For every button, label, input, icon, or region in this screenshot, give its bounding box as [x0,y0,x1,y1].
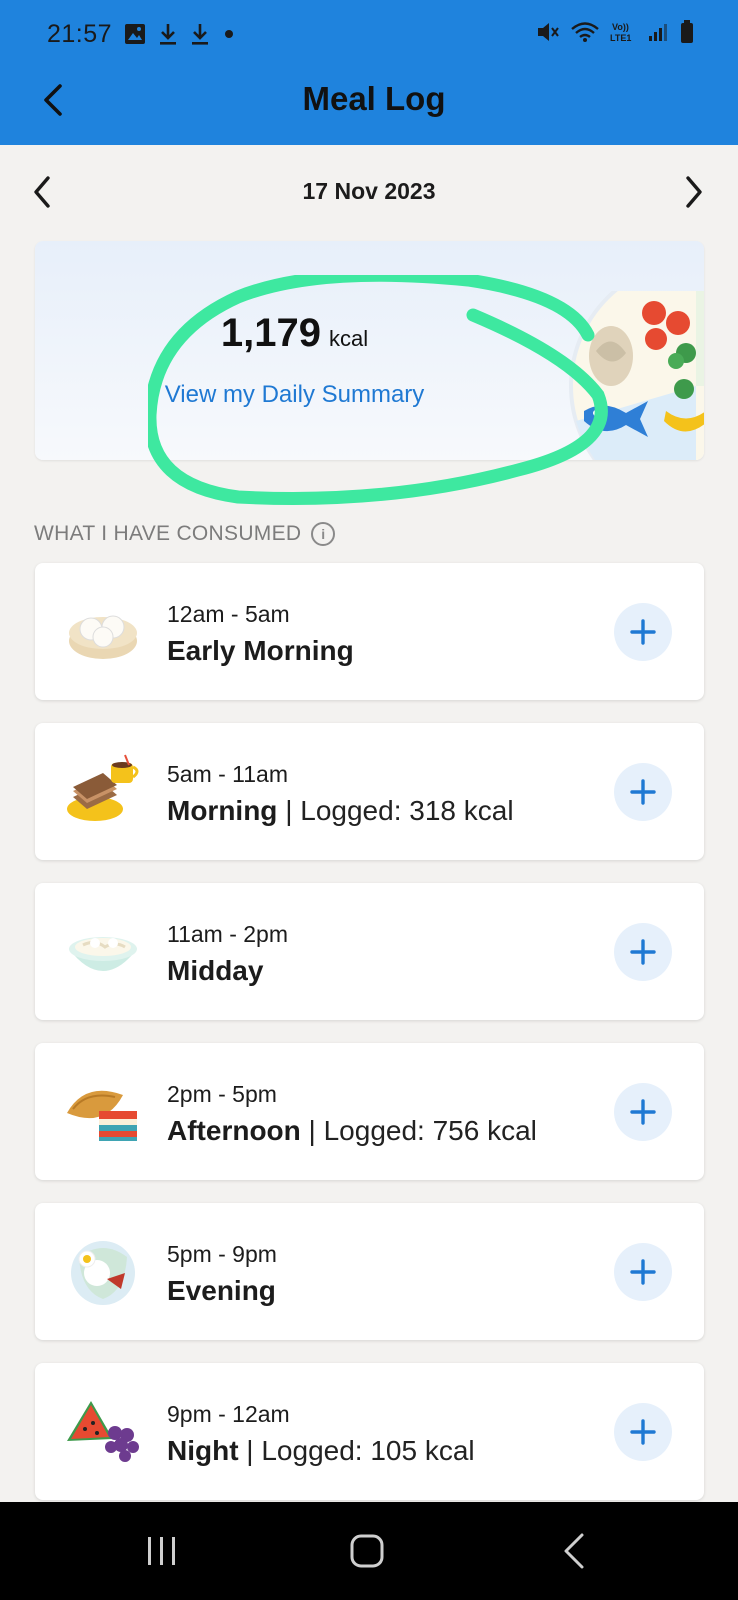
download-icon [192,24,208,45]
status-right-icons: Vo)) LTE1 [536,20,694,44]
page-title: Meal Log [302,80,446,117]
status-bar: 21:57 Vo)) LTE1 [0,0,738,70]
annotation-circle [148,275,608,505]
svg-text:LTE1: LTE1 [610,33,631,43]
svg-text:Vo)): Vo)) [612,22,629,32]
add-meal-button[interactable] [614,923,672,981]
plus-icon [630,1099,656,1125]
meal-time: 11am - 2pm [167,921,289,947]
meal-time: 5am - 11am [167,761,289,787]
meal-title: Morning | Logged: 318 kcal [167,795,514,827]
download-icon [160,24,176,45]
curry-puff-kueh-icon [67,1090,137,1141]
meal-logged: | Logged: 318 kcal [277,795,514,826]
image-icon [125,24,145,44]
meal-logged: | Logged: 105 kcal [238,1435,475,1466]
meal-time: 2pm - 5pm [167,1081,277,1107]
next-day-button[interactable] [678,172,710,212]
meal-name: Midday [167,955,264,986]
mute-icon [538,23,559,41]
meal-card-afternoon[interactable]: 2pm - 5pm Afternoon | Logged: 756 kcal [35,1043,704,1180]
kaya-toast-coffee-icon [67,754,139,821]
section-title-text: WHAT I HAVE CONSUMED [34,522,302,545]
nasi-lemak-icon [71,1241,135,1305]
meal-name: Night [167,1435,239,1466]
plus-icon [630,939,656,965]
back-icon[interactable] [562,1532,586,1570]
signal-icon [649,24,667,41]
add-meal-button[interactable] [614,1083,672,1141]
meal-name: Early Morning [167,635,354,666]
noodle-bowl-icon [69,937,137,971]
meal-title: Midday [167,955,263,987]
meal-card-midday[interactable]: 11am - 2pm Midday [35,883,704,1020]
meal-title: Evening [167,1275,276,1307]
meal-time: 12am - 5am [167,601,290,627]
system-navigation-bar [0,1502,738,1600]
plus-icon [630,619,656,645]
info-icon[interactable]: i [311,522,336,546]
meal-card-evening[interactable]: 5pm - 9pm Evening [35,1203,704,1340]
status-left-icons [124,22,236,46]
meal-title: Afternoon | Logged: 756 kcal [167,1115,537,1147]
meal-card-night[interactable]: 9pm - 12am Night | Logged: 105 kcal [35,1363,704,1500]
watermelon-grapes-icon [67,1401,139,1462]
current-date: 17 Nov 2023 [302,178,436,204]
status-time: 21:57 [47,20,113,48]
meal-name: Evening [167,1275,276,1306]
add-meal-button[interactable] [614,1243,672,1301]
add-meal-button[interactable] [614,603,672,661]
meal-time: 5pm - 9pm [167,1241,277,1267]
dot-icon [225,30,233,38]
meal-name: Morning [167,795,278,826]
battery-icon [681,20,693,43]
meal-logged: | Logged: 756 kcal [300,1115,537,1146]
meal-name: Afternoon [167,1115,301,1146]
home-icon[interactable] [350,1534,384,1568]
plus-icon [630,779,656,805]
add-meal-button[interactable] [614,763,672,821]
section-title: WHAT I HAVE CONSUMED i [34,522,336,546]
plus-icon [630,1419,656,1445]
meal-title: Night | Logged: 105 kcal [167,1435,475,1467]
recents-icon[interactable] [146,1536,178,1566]
wifi-icon [571,22,599,42]
meal-card-early-morning[interactable]: 12am - 5am Early Morning [35,563,704,700]
plus-icon [630,1259,656,1285]
app-header: 21:57 Vo)) LTE1 Meal Log [0,0,738,145]
add-meal-button[interactable] [614,1403,672,1461]
volte-icon: Vo))LTE1 [610,22,631,43]
dim-sum-icon [69,615,137,659]
meal-title: Early Morning [167,635,354,667]
meal-card-morning[interactable]: 5am - 11am Morning | Logged: 318 kcal [35,723,704,860]
meal-time: 9pm - 12am [167,1401,290,1427]
